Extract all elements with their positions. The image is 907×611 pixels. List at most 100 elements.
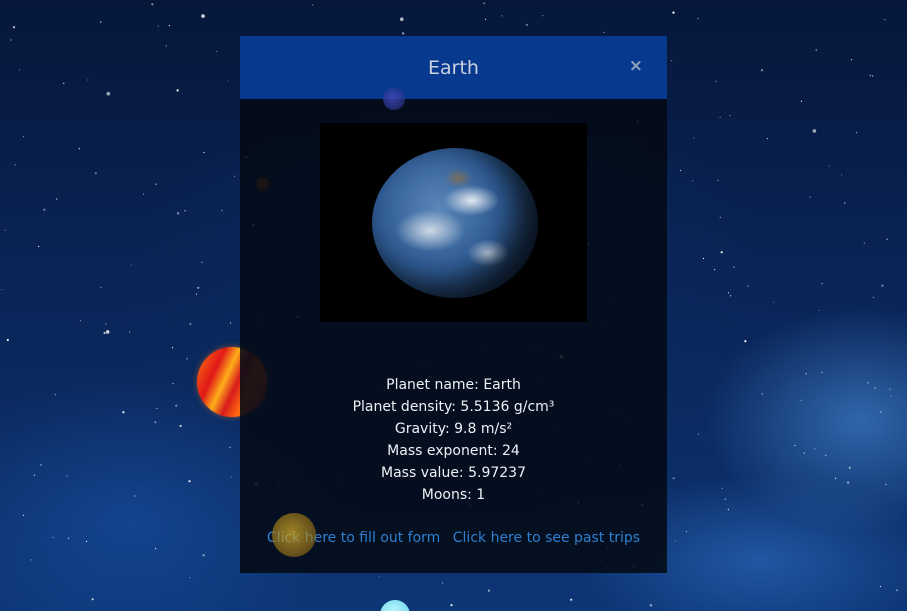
star: [542, 15, 544, 17]
star: [22, 136, 25, 138]
star: [835, 477, 837, 479]
star: [501, 15, 503, 17]
star: [103, 331, 106, 335]
moons-text: Moons: 1: [421, 487, 486, 503]
star: [79, 320, 81, 322]
star: [78, 148, 80, 150]
star: [717, 179, 719, 181]
star: [672, 477, 675, 480]
star: [855, 132, 858, 134]
star: [157, 25, 159, 27]
star: [672, 11, 675, 14]
star: [172, 347, 174, 349]
star: [188, 480, 191, 483]
star: [841, 174, 843, 176]
star: [155, 183, 157, 185]
star: [143, 193, 145, 195]
star: [4, 229, 6, 231]
star: [43, 208, 46, 211]
star: [52, 536, 54, 538]
star: [821, 283, 823, 285]
close-icon[interactable]: ×: [629, 58, 643, 75]
star: [844, 202, 846, 204]
star: [863, 242, 865, 244]
star: [1, 289, 3, 291]
star: [221, 210, 223, 212]
star: [805, 373, 807, 375]
star: [850, 59, 853, 61]
star: [168, 25, 170, 27]
planet-info: Planet name: Earth Planet density: 5.513…: [240, 374, 667, 506]
star: [692, 180, 694, 182]
star: [177, 212, 180, 215]
star: [85, 540, 88, 543]
star: [720, 251, 723, 254]
star: [154, 421, 157, 424]
star: [22, 514, 25, 517]
star: [872, 75, 874, 77]
star: [886, 238, 888, 240]
star: [129, 331, 131, 333]
star: [202, 554, 205, 557]
star: [680, 169, 682, 172]
star: [87, 79, 89, 81]
star: [872, 296, 874, 298]
star: [155, 548, 157, 550]
earth-globe-image: [372, 148, 538, 298]
star: [685, 531, 688, 533]
star: [91, 598, 94, 601]
star: [715, 80, 717, 82]
star: [400, 17, 404, 22]
star: [714, 269, 716, 271]
star: [176, 89, 179, 92]
star: [800, 399, 802, 401]
space-background: Earth × Planet name: Earth Planet densit…: [0, 0, 907, 611]
star: [884, 19, 886, 21]
star: [216, 50, 218, 53]
star: [744, 340, 747, 343]
star: [719, 116, 721, 118]
star: [828, 165, 830, 167]
star: [229, 446, 231, 448]
star: [189, 322, 192, 325]
star: [195, 293, 198, 295]
star: [719, 216, 721, 218]
star: [697, 18, 699, 20]
star: [66, 475, 68, 477]
past-trips-link[interactable]: Click here to see past trips: [453, 530, 640, 546]
star: [14, 164, 16, 166]
star: [733, 266, 735, 268]
star: [227, 80, 229, 82]
star: [67, 537, 70, 539]
star: [56, 198, 58, 200]
star: [812, 129, 817, 133]
star: [766, 138, 769, 140]
star: [130, 264, 133, 266]
star: [450, 604, 453, 607]
star: [874, 387, 876, 389]
star: [729, 114, 731, 117]
star: [122, 411, 125, 414]
star: [890, 395, 893, 397]
star: [814, 448, 816, 450]
planet-blue-overlay[interactable]: [383, 88, 405, 110]
star: [94, 172, 97, 175]
planet-yellow-overlay[interactable]: [272, 513, 316, 557]
star: [12, 26, 16, 29]
star: [179, 424, 182, 428]
star: [847, 481, 850, 484]
star: [879, 585, 882, 588]
star: [151, 3, 154, 6]
star: [761, 393, 763, 395]
star: [197, 286, 200, 289]
star: [156, 407, 158, 410]
star: [702, 257, 705, 260]
modal-header: Earth ×: [240, 36, 667, 99]
star: [33, 474, 36, 476]
planet-name-text: Planet name: Earth: [386, 377, 521, 393]
star: [821, 371, 823, 373]
star: [525, 23, 528, 26]
star: [442, 582, 444, 584]
star: [570, 598, 573, 601]
star: [727, 508, 729, 511]
